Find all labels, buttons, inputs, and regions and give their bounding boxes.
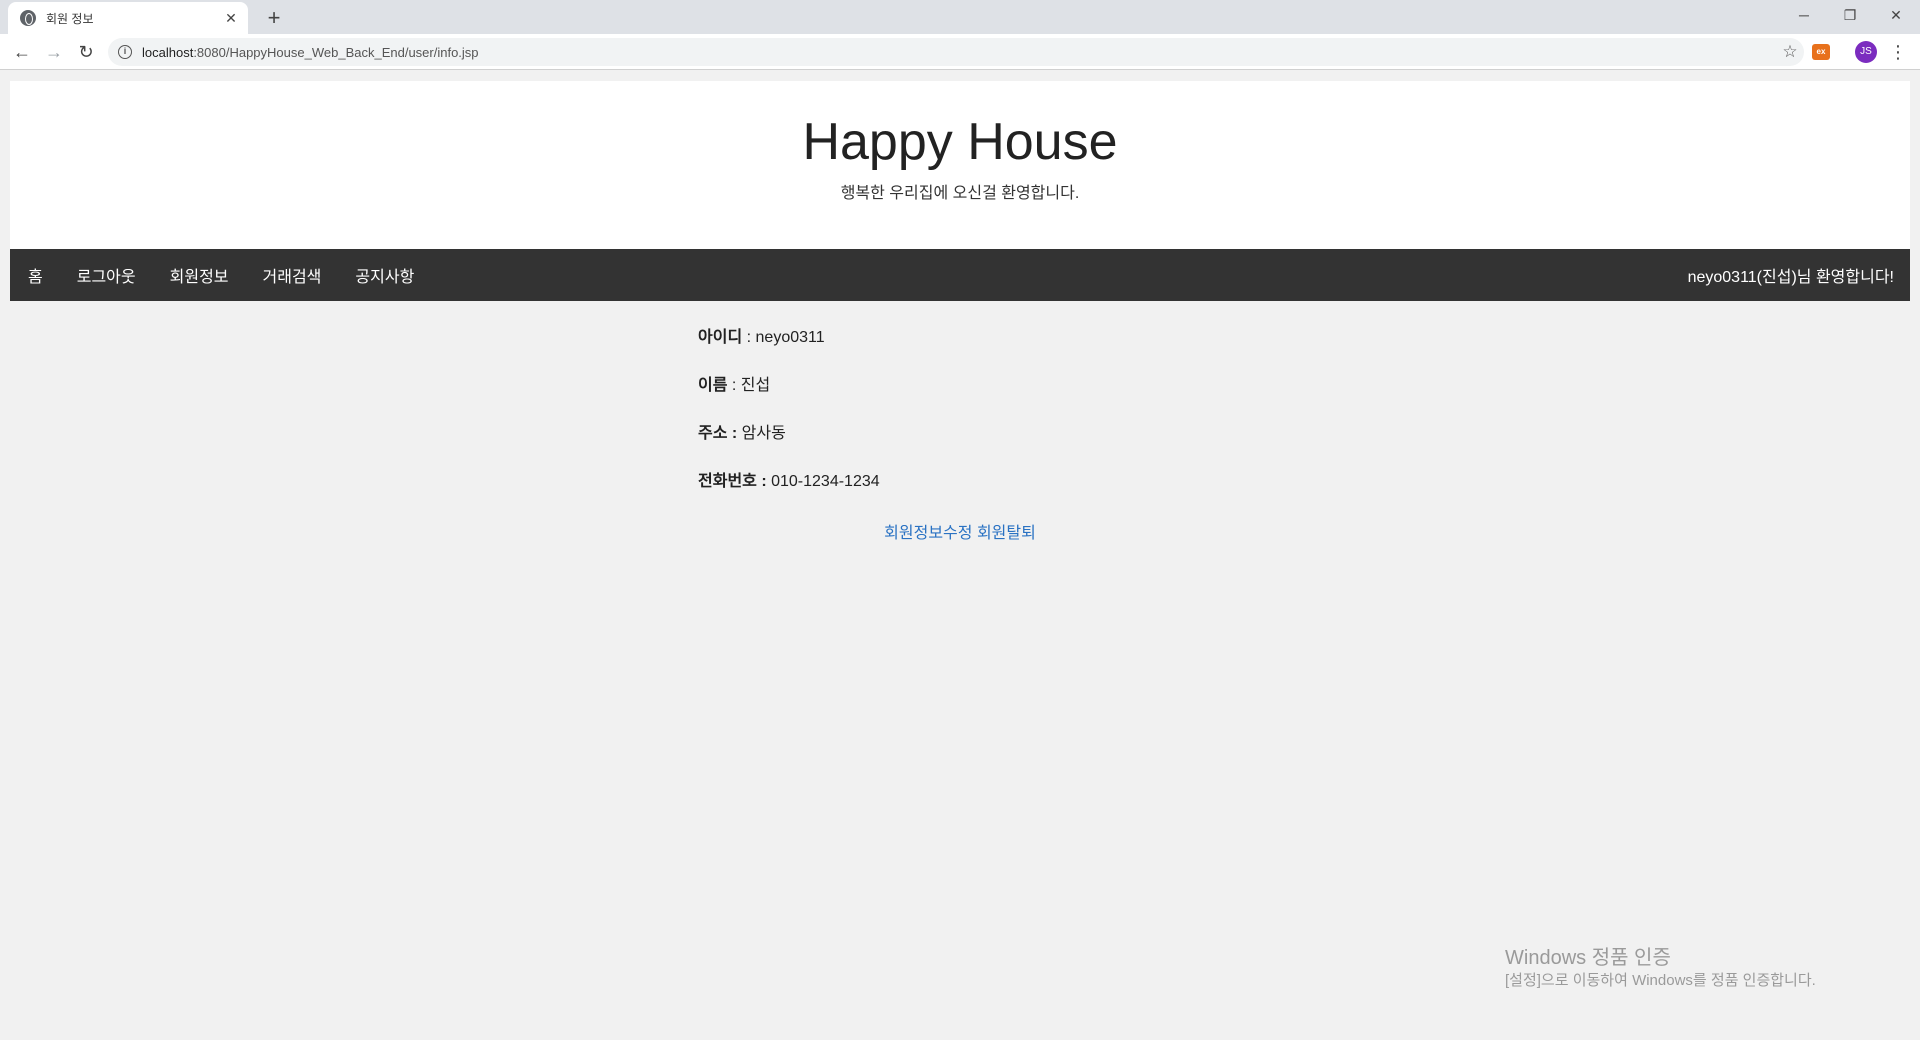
url-host: localhost <box>142 44 194 60</box>
profile-avatar[interactable]: JS <box>1855 41 1877 63</box>
nav-deal-search[interactable]: 거래검색 <box>246 263 339 287</box>
user-id-separator: : <box>742 329 756 346</box>
back-arrow-icon[interactable]: ← <box>8 38 36 66</box>
user-id-label: 아이디 <box>698 329 743 346</box>
user-id-row: 아이디 : neyo0311 <box>698 327 1222 375</box>
minimize-icon[interactable]: ─ <box>1781 0 1827 30</box>
kebab-menu-icon[interactable]: ⋮ <box>1886 38 1910 66</box>
info-icon[interactable]: i <box>118 45 132 59</box>
extension-icon[interactable]: ex <box>1812 44 1830 60</box>
user-phone-value: 010-1234-1234 <box>766 473 880 490</box>
forward-arrow-icon[interactable]: → <box>40 38 68 66</box>
welcome-message: neyo0311(진섭)님 환영합니다! <box>1687 269 1894 286</box>
globe-icon <box>20 10 36 26</box>
withdraw-member-link[interactable]: 회원탈퇴 <box>977 525 1036 542</box>
watermark-title: Windows 정품 인증 <box>1505 947 1671 969</box>
user-address-label: 주소 : <box>698 425 738 442</box>
user-name-label: 이름 <box>698 377 728 394</box>
user-id-value: neyo0311 <box>755 329 825 346</box>
user-info-panel: 아이디 : neyo0311 이름 : 진섭 주소 : 암사동 전화번호 : 0… <box>698 327 1222 543</box>
browser-tab[interactable]: 회원 정보 ✕ <box>8 2 248 34</box>
new-tab-button[interactable]: + <box>260 4 288 32</box>
nav-home[interactable]: 홈 <box>10 263 60 287</box>
user-name-value: 진섭 <box>740 377 771 394</box>
user-address-row: 주소 : 암사동 <box>698 423 1222 471</box>
restore-icon[interactable]: ❐ <box>1827 0 1873 30</box>
edit-member-info-link[interactable]: 회원정보수정 <box>884 525 972 542</box>
close-window-icon[interactable]: ✕ <box>1873 0 1919 30</box>
browser-toolbar: ← → ↻ i localhost:8080/HappyHouse_Web_Ba… <box>0 34 1920 70</box>
user-name-row: 이름 : 진섭 <box>698 375 1222 423</box>
bookmark-star-icon[interactable]: ☆ <box>1776 42 1804 62</box>
windows-activation-watermark: Windows 정품 인증 [설정]으로 이동하여 Windows를 정품 인증… <box>1505 945 1816 991</box>
user-name-separator: : <box>727 377 741 394</box>
main-navbar: 홈 로그아웃 회원정보 거래검색 공지사항 neyo0311(진섭)님 환영합니… <box>10 249 1910 301</box>
nav-logout[interactable]: 로그아웃 <box>60 263 153 287</box>
site-title: Happy House <box>802 113 1118 171</box>
url-text[interactable]: localhost:8080/HappyHouse_Web_Back_End/u… <box>142 45 1776 60</box>
watermark-subtitle: [설정]으로 이동하여 Windows를 정품 인증합니다. <box>1505 972 1816 989</box>
site-subtitle: 행복한 우리집에 오신걸 환영합니다. <box>840 185 1080 202</box>
user-address-value: 암사동 <box>737 425 786 442</box>
address-bar[interactable]: i localhost:8080/HappyHouse_Web_Back_End… <box>108 38 1804 66</box>
page-content: Happy House 행복한 우리집에 오신걸 환영합니다. 홈 로그아웃 회… <box>0 71 1920 1040</box>
user-phone-row: 전화번호 : 010-1234-1234 <box>698 471 1222 519</box>
user-actions: 회원정보수정 회원탈퇴 <box>698 519 1222 543</box>
url-path: :8080/HappyHouse_Web_Back_End/user/info.… <box>193 44 479 60</box>
site-header: Happy House 행복한 우리집에 오신걸 환영합니다. <box>10 81 1910 249</box>
user-phone-label: 전화번호 : <box>698 473 767 490</box>
tab-title: 회원 정보 <box>46 11 94 26</box>
browser-tab-bar: 회원 정보 ✕ + ─ ❐ ✕ <box>0 0 1920 34</box>
close-tab-icon[interactable]: ✕ <box>222 10 240 27</box>
nav-notice[interactable]: 공지사항 <box>338 263 431 287</box>
reload-icon[interactable]: ↻ <box>72 38 100 66</box>
nav-member-info[interactable]: 회원정보 <box>153 263 246 287</box>
